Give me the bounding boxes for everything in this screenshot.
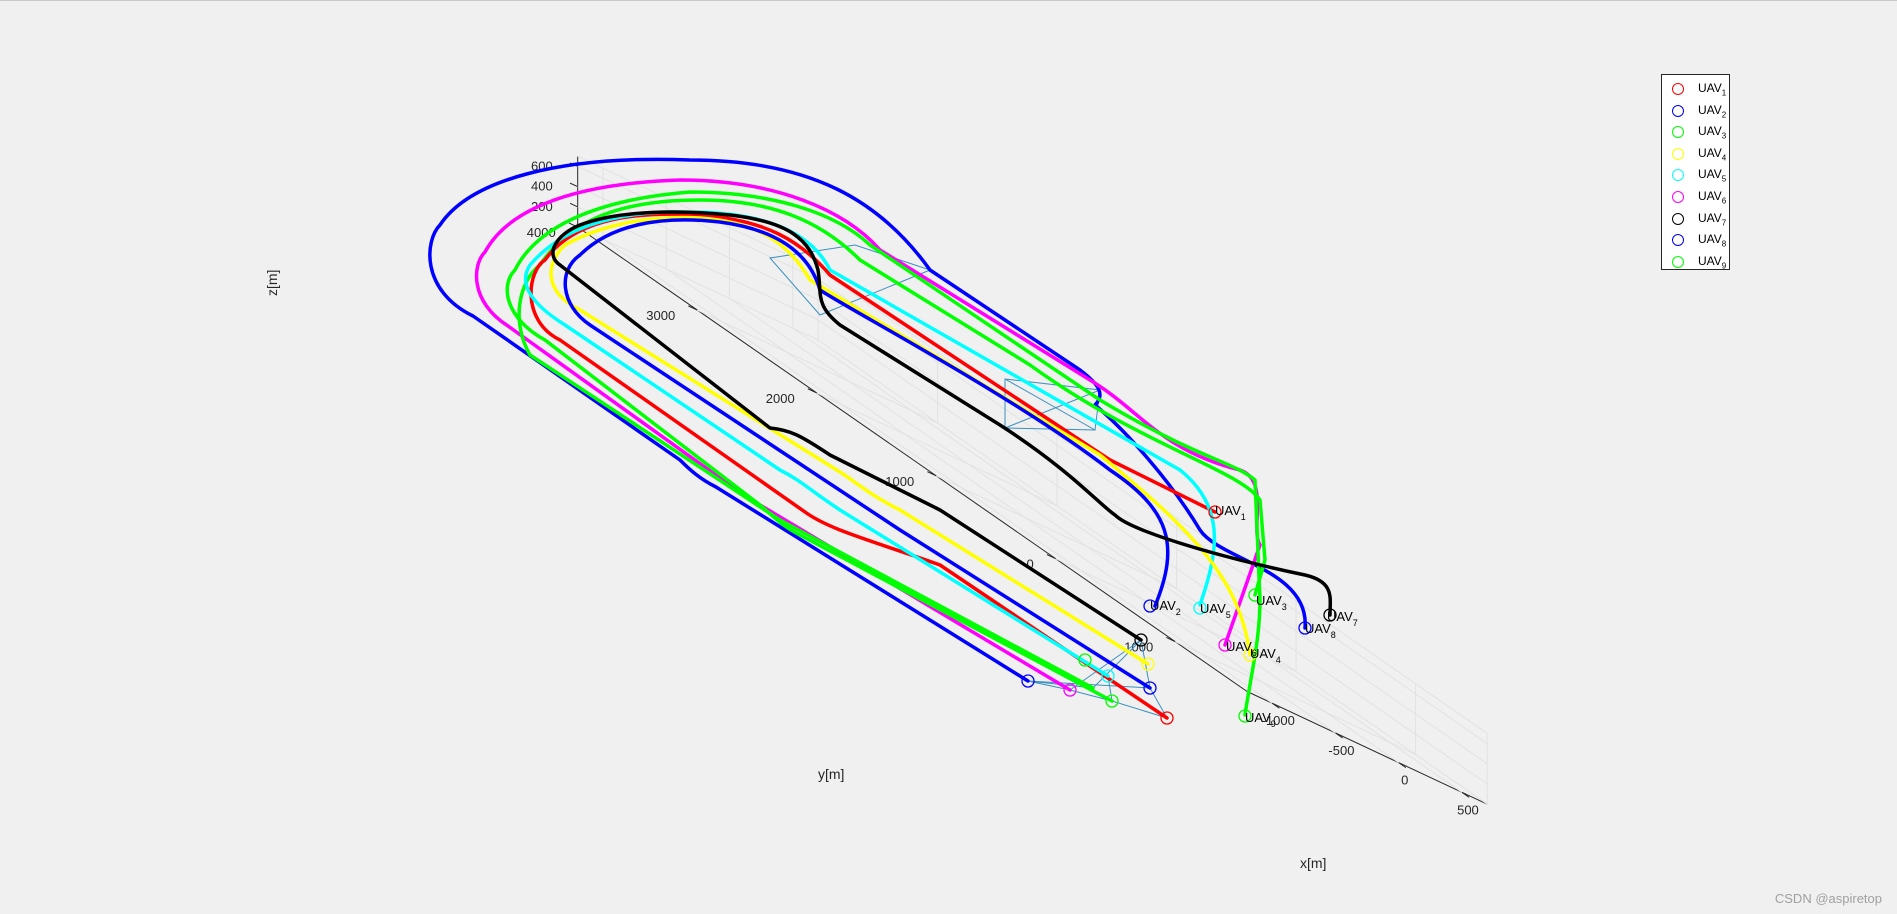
trajectory-uav3 <box>517 198 1267 690</box>
y-tick-label: 2000 <box>766 391 795 406</box>
legend-label: UAV6 <box>1698 188 1727 206</box>
legend-item: UAV2 <box>1662 101 1729 123</box>
box-edge <box>817 339 1488 805</box>
uav-label-1: UAV1 <box>1215 503 1246 522</box>
figure-window: -1000 -500 0 500 -1000 0 1000 2000 3000 4000 200 40… <box>0 0 1897 914</box>
y-tick-label: -1000 <box>1120 640 1153 655</box>
legend-item: UAV7 <box>1662 209 1729 231</box>
y-tick-label: 3000 <box>646 308 675 323</box>
legend-marker <box>1672 126 1684 139</box>
legend-label: UAV7 <box>1698 210 1727 227</box>
legend: UAV1 UAV2 UAV3 UAV4 UAV5 UAV6 UAV7 UAV8 UAV9 <box>1661 74 1730 270</box>
x-tick-label: 500 <box>1457 802 1479 817</box>
legend-item: UAV4 <box>1662 144 1729 166</box>
uav-label-6: UAV6 <box>1226 639 1257 658</box>
legend-item: UAV9 <box>1662 252 1729 274</box>
legend-label: UAV2 <box>1698 102 1727 119</box>
legend-item: UAV5 <box>1662 165 1729 187</box>
legend-label: UAV9 <box>1698 253 1727 271</box>
legend-label: UAV1 <box>1698 81 1727 98</box>
z-tick-mark <box>569 182 578 188</box>
grid-line <box>577 166 819 280</box>
x-tick-label: -500 <box>1328 743 1354 758</box>
legend-label: UAV8 <box>1698 232 1727 249</box>
legend-marker <box>1672 255 1684 268</box>
z-tick-mark <box>569 202 578 208</box>
legend-marker <box>1672 234 1684 247</box>
trajectory-uav5 <box>523 210 1217 678</box>
legend-marker <box>1672 147 1684 160</box>
z-axis-label: z[m] <box>264 270 280 296</box>
legend-item: UAV1 <box>1662 79 1729 101</box>
legend-label: UAV4 <box>1698 145 1727 163</box>
legend-marker <box>1672 212 1684 225</box>
legend-marker <box>1672 104 1684 117</box>
watermark: CSDN @aspiretop <box>1774 891 1882 906</box>
x-axis-label: x[m] <box>1300 855 1326 871</box>
legend-marker <box>1672 83 1684 95</box>
legend-marker <box>1672 190 1684 203</box>
uav-label-2: UAV2 <box>1150 598 1181 617</box>
legend-label: UAV5 <box>1698 167 1727 184</box>
grid-lines <box>577 166 1488 793</box>
uav-label-5: UAV5 <box>1200 601 1231 620</box>
x-tick-label: 0 <box>1401 773 1408 788</box>
legend-item: UAV8 <box>1662 230 1729 252</box>
legend-marker <box>1672 169 1684 182</box>
z-tick-label: 400 <box>531 179 553 194</box>
grid-line <box>577 206 819 321</box>
legend-label: UAV3 <box>1698 124 1727 141</box>
legend-item: UAV6 <box>1662 187 1729 209</box>
trajectory-uav9 <box>505 190 1262 717</box>
y-axis-label: y[m] <box>818 766 844 782</box>
grid-line <box>817 319 1488 785</box>
legend-item: UAV3 <box>1662 122 1729 144</box>
grid-line <box>817 299 1488 765</box>
trajectories <box>428 157 1333 720</box>
uav-trajectory-3d-plot: -1000-5000500-10000100020003000400020040… <box>264 155 1488 871</box>
grid-line <box>792 327 1463 793</box>
